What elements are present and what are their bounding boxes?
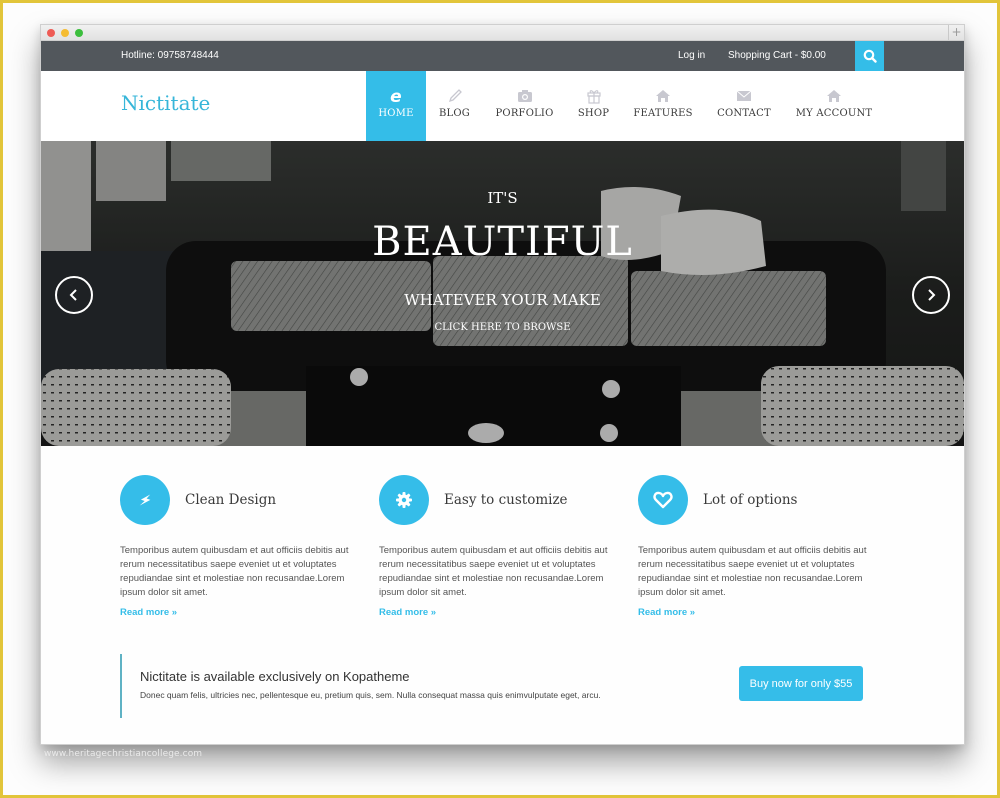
- nav-item-features[interactable]: FEATURES: [621, 71, 705, 141]
- feature-easy-customize: Easy to customize Temporibus autem quibu…: [379, 474, 638, 618]
- main-nav: e HOME BLOG PORFOLIO SHOP FEATURES CONTA…: [366, 71, 885, 141]
- slider-next-button[interactable]: [912, 276, 950, 314]
- nav-item-shop[interactable]: SHOP: [566, 71, 621, 141]
- hero-cta-link[interactable]: CLICK HERE TO BROWSE: [41, 322, 964, 333]
- top-bar: Hotline: 09758748444 Log in Shopping Car…: [41, 41, 964, 71]
- shopping-cart-link[interactable]: Shopping Cart - $0.00: [728, 50, 826, 61]
- feature-icon-circle: [379, 475, 429, 525]
- login-link[interactable]: Log in: [678, 50, 705, 61]
- feature-icon-circle: [120, 475, 170, 525]
- window-controls: [47, 29, 83, 37]
- browser-window: + Hotline: 09758748444 Log in Shopping C…: [40, 24, 965, 745]
- feature-lot-of-options: Lot of options Temporibus autem quibusda…: [638, 474, 897, 618]
- nav-label: MY ACCOUNT: [795, 108, 873, 119]
- close-window-button[interactable]: [47, 29, 55, 37]
- nav-item-contact[interactable]: CONTACT: [705, 71, 783, 141]
- hero-slider: IT'S BEAUTIFUL WHATEVER YOUR MAKE CLICK …: [41, 141, 964, 446]
- feature-title: Lot of options: [703, 492, 798, 508]
- new-tab-button[interactable]: +: [948, 25, 964, 40]
- feature-description: Temporibus autem quibusdam et aut offici…: [379, 545, 608, 598]
- read-more-link[interactable]: Read more »: [638, 607, 897, 618]
- nav-label: SHOP: [577, 108, 610, 119]
- feature-title: Clean Design: [185, 492, 277, 508]
- feature-clean-design: Clean Design Temporibus autem quibusdam …: [120, 474, 379, 618]
- nav-item-portfolio[interactable]: PORFOLIO: [483, 71, 566, 141]
- header-navbar: Nictitate e HOME BLOG PORFOLIO SHOP FEAT…: [41, 71, 964, 141]
- nav-label: FEATURES: [633, 108, 693, 119]
- pencil-icon: [447, 87, 463, 105]
- nav-item-home[interactable]: e HOME: [366, 71, 426, 141]
- hero-title: BEAUTIFUL: [372, 219, 633, 265]
- promo-description: Donec quam felis, ultricies nec, pellent…: [140, 690, 601, 700]
- browser-titlebar: +: [41, 25, 964, 41]
- feature-description: Temporibus autem quibusdam et aut offici…: [638, 545, 867, 598]
- chevron-left-icon: [69, 289, 77, 301]
- hero-tagline: WHATEVER YOUR MAKE: [404, 291, 601, 309]
- search-icon: [863, 49, 877, 63]
- nav-label: PORFOLIO: [495, 108, 554, 119]
- read-more-link[interactable]: Read more »: [120, 607, 379, 618]
- promo-title: Nictitate is available exclusively on Ko…: [140, 669, 410, 684]
- minimize-window-button[interactable]: [61, 29, 69, 37]
- watermark-text: www.heritagechristiancollege.com: [44, 749, 203, 759]
- features-section: Clean Design Temporibus autem quibusdam …: [120, 474, 897, 618]
- nav-item-blog[interactable]: BLOG: [426, 71, 483, 141]
- hero-cta-label[interactable]: CLICK HERE TO BROWSE: [434, 322, 570, 333]
- home-icon: [655, 87, 671, 105]
- feature-icon-circle: [638, 475, 688, 525]
- gift-icon: [586, 87, 601, 105]
- lightning-icon: [139, 494, 151, 506]
- home-icon: [826, 87, 842, 105]
- buy-now-button[interactable]: Buy now for only $55: [739, 666, 863, 701]
- nav-label: HOME: [378, 108, 414, 119]
- nav-label: CONTACT: [717, 108, 771, 119]
- camera-icon: [517, 87, 533, 105]
- slider-prev-button[interactable]: [55, 276, 93, 314]
- heart-icon: [653, 491, 673, 509]
- svg-text:e: e: [390, 87, 402, 105]
- hero-subtitle: IT'S: [487, 189, 518, 207]
- feature-title: Easy to customize: [444, 492, 568, 508]
- search-button[interactable]: [855, 41, 884, 71]
- gear-icon: [396, 492, 412, 508]
- read-more-link[interactable]: Read more »: [379, 607, 638, 618]
- envelope-icon: [736, 87, 752, 105]
- feature-description: Temporibus autem quibusdam et aut offici…: [120, 545, 349, 598]
- nav-item-my-account[interactable]: MY ACCOUNT: [783, 71, 885, 141]
- nav-label: BLOG: [439, 108, 470, 119]
- maximize-window-button[interactable]: [75, 29, 83, 37]
- site-logo[interactable]: Nictitate: [121, 91, 210, 115]
- hotline-text: Hotline: 09758748444: [121, 50, 219, 61]
- chevron-right-icon: [928, 289, 936, 301]
- ie-icon: e: [387, 87, 405, 105]
